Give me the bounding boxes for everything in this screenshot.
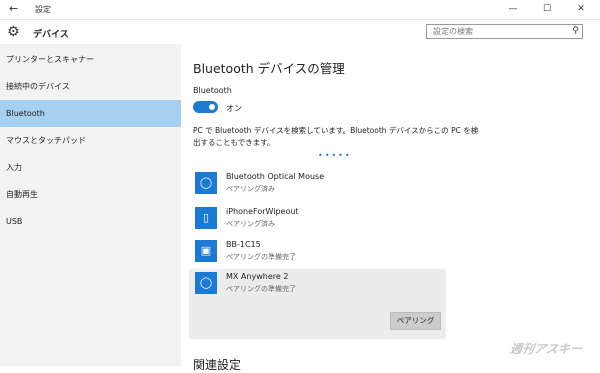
page-title: デバイス: [33, 30, 69, 40]
pair-button[interactable]: ペアリング: [390, 312, 441, 330]
main-content: Bluetooth デバイスの管理 Bluetooth オン PC で Blue…: [181, 44, 600, 372]
device-status: ペアリング済み: [226, 220, 275, 228]
device-name: iPhoneForWipeout: [226, 207, 299, 216]
minimize-button[interactable]: —: [496, 0, 530, 19]
close-button[interactable]: ✕: [564, 0, 598, 19]
device-status: ペアリング済み: [226, 185, 275, 193]
toggle-state-label: オン: [226, 104, 242, 113]
watermark-logo: 週刊アスキー: [508, 342, 584, 356]
device-name: BB-1C15: [226, 240, 261, 249]
sidebar: プリンターとスキャナー 接続中のデバイス Bluetooth マウスとタッチパッ…: [0, 44, 181, 366]
gear-icon: ⚙: [7, 24, 20, 40]
search-input[interactable]: [427, 25, 571, 38]
maximize-button[interactable]: ☐: [530, 0, 564, 19]
sidebar-item-typing[interactable]: 入力: [0, 154, 181, 181]
sidebar-item-connected-devices[interactable]: 接続中のデバイス: [0, 73, 181, 100]
search-box[interactable]: ⚲: [426, 24, 583, 39]
settings-window: ← 設定 — ☐ ✕ ⚙ デバイス ⚲ プリンターとスキャナー 接続中のデバイス…: [0, 0, 600, 372]
search-icon[interactable]: ⚲: [572, 25, 579, 38]
device-status: ペアリングの準備完了: [226, 285, 296, 293]
bluetooth-toggle[interactable]: [193, 101, 218, 113]
related-settings-heading: 関連設定: [193, 358, 242, 372]
window-title: 設定: [35, 5, 51, 14]
device-name: Bluetooth Optical Mouse: [226, 172, 325, 181]
title-bar: ← 設定 — ☐ ✕: [0, 0, 600, 20]
device-item-selected[interactable]: ◯ MX Anywhere 2 ペアリングの準備完了 ペアリング: [189, 269, 446, 339]
sidebar-item-bluetooth[interactable]: Bluetooth: [0, 100, 181, 127]
device-item[interactable]: ◯ Bluetooth Optical Mouse ペアリング済み: [189, 169, 446, 200]
section-title: Bluetooth デバイスの管理: [193, 61, 345, 76]
sidebar-item-usb[interactable]: USB: [0, 208, 181, 235]
search-description: PC で Bluetooth デバイスを検索しています。Bluetooth デバ…: [193, 126, 479, 147]
bluetooth-label: Bluetooth: [193, 86, 232, 95]
back-arrow-icon[interactable]: ←: [9, 2, 18, 15]
device-item[interactable]: ▯ iPhoneForWipeout ペアリング済み: [189, 204, 446, 235]
device-item[interactable]: ▣ BB-1C15 ペアリングの準備完了: [189, 237, 446, 268]
sidebar-item-printers[interactable]: プリンターとスキャナー: [0, 46, 181, 73]
device-status: ペアリングの準備完了: [226, 253, 296, 261]
progress-dots: •••••: [318, 151, 352, 160]
sidebar-item-mouse-touchpad[interactable]: マウスとタッチパッド: [0, 127, 181, 154]
device-icon: ▣: [195, 240, 217, 262]
device-name: MX Anywhere 2: [226, 272, 289, 281]
toggle-knob: [209, 104, 215, 110]
sidebar-item-autoplay[interactable]: 自動再生: [0, 181, 181, 208]
phone-icon: ▯: [195, 207, 217, 229]
mouse-icon: ◯: [195, 172, 217, 194]
mouse-icon: ◯: [195, 272, 217, 294]
